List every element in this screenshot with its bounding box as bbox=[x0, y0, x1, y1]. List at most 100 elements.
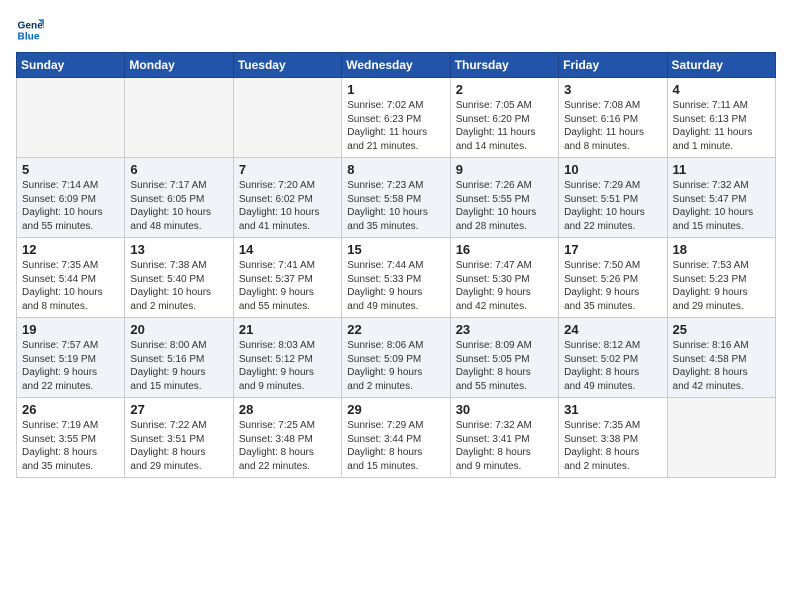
calendar-day-cell: 27 Sunrise: 7:22 AM Sunset: 3:51 PM Dayli… bbox=[125, 398, 233, 478]
day-info: Sunrise: 7:41 AM Sunset: 5:37 PM Dayligh… bbox=[239, 259, 336, 313]
day-info: Sunrise: 8:06 AM Sunset: 5:09 PM Dayligh… bbox=[347, 339, 444, 393]
day-info: Sunrise: 8:00 AM Sunset: 5:16 PM Dayligh… bbox=[130, 339, 227, 393]
day-number: 29 bbox=[347, 402, 444, 417]
calendar-day-cell: 3 Sunrise: 7:08 AM Sunset: 6:16 PM Daylig… bbox=[559, 78, 667, 158]
page-container: General Blue SundayMondayTuesdayWednesda… bbox=[0, 0, 792, 486]
calendar-week-row: 12 Sunrise: 7:35 AM Sunset: 5:44 PM Dayli… bbox=[17, 238, 776, 318]
weekday-header: Tuesday bbox=[233, 53, 341, 78]
weekday-header: Thursday bbox=[450, 53, 558, 78]
day-info: Sunrise: 7:08 AM Sunset: 6:16 PM Dayligh… bbox=[564, 99, 661, 153]
day-number: 13 bbox=[130, 242, 227, 257]
day-number: 31 bbox=[564, 402, 661, 417]
day-number: 24 bbox=[564, 322, 661, 337]
day-info: Sunrise: 7:05 AM Sunset: 6:20 PM Dayligh… bbox=[456, 99, 553, 153]
day-number: 10 bbox=[564, 162, 661, 177]
calendar-day-cell: 21 Sunrise: 8:03 AM Sunset: 5:12 PM Dayli… bbox=[233, 318, 341, 398]
day-info: Sunrise: 7:22 AM Sunset: 3:51 PM Dayligh… bbox=[130, 419, 227, 473]
calendar-week-row: 5Sunrise: 7:14 AM Sunset: 6:09 PM Daylig… bbox=[17, 158, 776, 238]
calendar-day-cell: 4 Sunrise: 7:11 AM Sunset: 6:13 PM Daylig… bbox=[667, 78, 775, 158]
calendar-day-cell: 11 Sunrise: 7:32 AM Sunset: 5:47 PM Dayli… bbox=[667, 158, 775, 238]
day-number: 17 bbox=[564, 242, 661, 257]
weekday-header: Monday bbox=[125, 53, 233, 78]
day-info: Sunrise: 7:17 AM Sunset: 6:05 PM Dayligh… bbox=[130, 179, 227, 233]
calendar-day-cell: 19 Sunrise: 7:57 AM Sunset: 5:19 PM Dayli… bbox=[17, 318, 125, 398]
day-number: 30 bbox=[456, 402, 553, 417]
header: General Blue bbox=[16, 16, 776, 44]
day-number: 20 bbox=[130, 322, 227, 337]
calendar-day-cell bbox=[125, 78, 233, 158]
day-number: 22 bbox=[347, 322, 444, 337]
calendar-day-cell: 14 Sunrise: 7:41 AM Sunset: 5:37 PM Dayli… bbox=[233, 238, 341, 318]
calendar-day-cell: 13 Sunrise: 7:38 AM Sunset: 5:40 PM Dayli… bbox=[125, 238, 233, 318]
day-info: Sunrise: 7:35 AM Sunset: 5:44 PM Dayligh… bbox=[22, 259, 119, 313]
day-number: 16 bbox=[456, 242, 553, 257]
day-number: 1 bbox=[347, 82, 444, 97]
calendar-day-cell: 20 Sunrise: 8:00 AM Sunset: 5:16 PM Dayli… bbox=[125, 318, 233, 398]
day-info: Sunrise: 7:14 AM Sunset: 6:09 PM Dayligh… bbox=[22, 179, 119, 233]
day-number: 19 bbox=[22, 322, 119, 337]
calendar-day-cell bbox=[233, 78, 341, 158]
day-info: Sunrise: 7:29 AM Sunset: 3:44 PM Dayligh… bbox=[347, 419, 444, 473]
day-number: 4 bbox=[673, 82, 770, 97]
day-info: Sunrise: 7:19 AM Sunset: 3:55 PM Dayligh… bbox=[22, 419, 119, 473]
day-info: Sunrise: 7:11 AM Sunset: 6:13 PM Dayligh… bbox=[673, 99, 770, 153]
day-number: 28 bbox=[239, 402, 336, 417]
day-info: Sunrise: 7:57 AM Sunset: 5:19 PM Dayligh… bbox=[22, 339, 119, 393]
day-number: 11 bbox=[673, 162, 770, 177]
day-info: Sunrise: 8:03 AM Sunset: 5:12 PM Dayligh… bbox=[239, 339, 336, 393]
calendar-day-cell: 9 Sunrise: 7:26 AM Sunset: 5:55 PM Daylig… bbox=[450, 158, 558, 238]
calendar-day-cell: 31Sunrise: 7:35 AM Sunset: 3:38 PM Dayli… bbox=[559, 398, 667, 478]
calendar-day-cell: 15 Sunrise: 7:44 AM Sunset: 5:33 PM Dayli… bbox=[342, 238, 450, 318]
weekday-header: Wednesday bbox=[342, 53, 450, 78]
calendar-day-cell: 1 Sunrise: 7:02 AM Sunset: 6:23 PM Daylig… bbox=[342, 78, 450, 158]
day-info: Sunrise: 7:20 AM Sunset: 6:02 PM Dayligh… bbox=[239, 179, 336, 233]
day-number: 14 bbox=[239, 242, 336, 257]
calendar-day-cell: 30 Sunrise: 7:32 AM Sunset: 3:41 PM Dayli… bbox=[450, 398, 558, 478]
day-number: 27 bbox=[130, 402, 227, 417]
calendar-day-cell: 18 Sunrise: 7:53 AM Sunset: 5:23 PM Dayli… bbox=[667, 238, 775, 318]
weekday-header: Friday bbox=[559, 53, 667, 78]
day-info: Sunrise: 8:12 AM Sunset: 5:02 PM Dayligh… bbox=[564, 339, 661, 393]
calendar-day-cell: 8Sunrise: 7:23 AM Sunset: 5:58 PM Daylig… bbox=[342, 158, 450, 238]
calendar-day-cell: 5Sunrise: 7:14 AM Sunset: 6:09 PM Daylig… bbox=[17, 158, 125, 238]
day-info: Sunrise: 7:32 AM Sunset: 3:41 PM Dayligh… bbox=[456, 419, 553, 473]
day-number: 25 bbox=[673, 322, 770, 337]
day-info: Sunrise: 8:16 AM Sunset: 4:58 PM Dayligh… bbox=[673, 339, 770, 393]
day-number: 21 bbox=[239, 322, 336, 337]
day-number: 9 bbox=[456, 162, 553, 177]
day-number: 18 bbox=[673, 242, 770, 257]
calendar-day-cell: 17 Sunrise: 7:50 AM Sunset: 5:26 PM Dayli… bbox=[559, 238, 667, 318]
day-number: 6 bbox=[130, 162, 227, 177]
calendar-table: SundayMondayTuesdayWednesdayThursdayFrid… bbox=[16, 52, 776, 478]
day-number: 8 bbox=[347, 162, 444, 177]
day-info: Sunrise: 7:38 AM Sunset: 5:40 PM Dayligh… bbox=[130, 259, 227, 313]
calendar-day-cell: 23Sunrise: 8:09 AM Sunset: 5:05 PM Dayli… bbox=[450, 318, 558, 398]
day-number: 3 bbox=[564, 82, 661, 97]
calendar-day-cell: 6 Sunrise: 7:17 AM Sunset: 6:05 PM Daylig… bbox=[125, 158, 233, 238]
logo-icon: General Blue bbox=[16, 16, 44, 44]
calendar-day-cell: 2Sunrise: 7:05 AM Sunset: 6:20 PM Daylig… bbox=[450, 78, 558, 158]
day-info: Sunrise: 7:26 AM Sunset: 5:55 PM Dayligh… bbox=[456, 179, 553, 233]
svg-text:General: General bbox=[18, 20, 44, 31]
weekday-header: Sunday bbox=[17, 53, 125, 78]
day-number: 12 bbox=[22, 242, 119, 257]
logo: General Blue bbox=[16, 16, 48, 44]
day-info: Sunrise: 7:53 AM Sunset: 5:23 PM Dayligh… bbox=[673, 259, 770, 313]
day-info: Sunrise: 7:47 AM Sunset: 5:30 PM Dayligh… bbox=[456, 259, 553, 313]
calendar-day-cell: 7 Sunrise: 7:20 AM Sunset: 6:02 PM Daylig… bbox=[233, 158, 341, 238]
calendar-week-row: 19 Sunrise: 7:57 AM Sunset: 5:19 PM Dayli… bbox=[17, 318, 776, 398]
day-number: 26 bbox=[22, 402, 119, 417]
day-info: Sunrise: 7:44 AM Sunset: 5:33 PM Dayligh… bbox=[347, 259, 444, 313]
calendar-week-row: 26 Sunrise: 7:19 AM Sunset: 3:55 PM Dayli… bbox=[17, 398, 776, 478]
calendar-week-row: 1 Sunrise: 7:02 AM Sunset: 6:23 PM Daylig… bbox=[17, 78, 776, 158]
calendar-day-cell: 22 Sunrise: 8:06 AM Sunset: 5:09 PM Dayli… bbox=[342, 318, 450, 398]
day-info: Sunrise: 7:02 AM Sunset: 6:23 PM Dayligh… bbox=[347, 99, 444, 153]
svg-text:Blue: Blue bbox=[18, 31, 40, 42]
day-number: 7 bbox=[239, 162, 336, 177]
day-number: 23 bbox=[456, 322, 553, 337]
day-info: Sunrise: 7:50 AM Sunset: 5:26 PM Dayligh… bbox=[564, 259, 661, 313]
day-number: 15 bbox=[347, 242, 444, 257]
day-info: Sunrise: 7:29 AM Sunset: 5:51 PM Dayligh… bbox=[564, 179, 661, 233]
day-info: Sunrise: 7:32 AM Sunset: 5:47 PM Dayligh… bbox=[673, 179, 770, 233]
calendar-day-cell: 24 Sunrise: 8:12 AM Sunset: 5:02 PM Dayli… bbox=[559, 318, 667, 398]
